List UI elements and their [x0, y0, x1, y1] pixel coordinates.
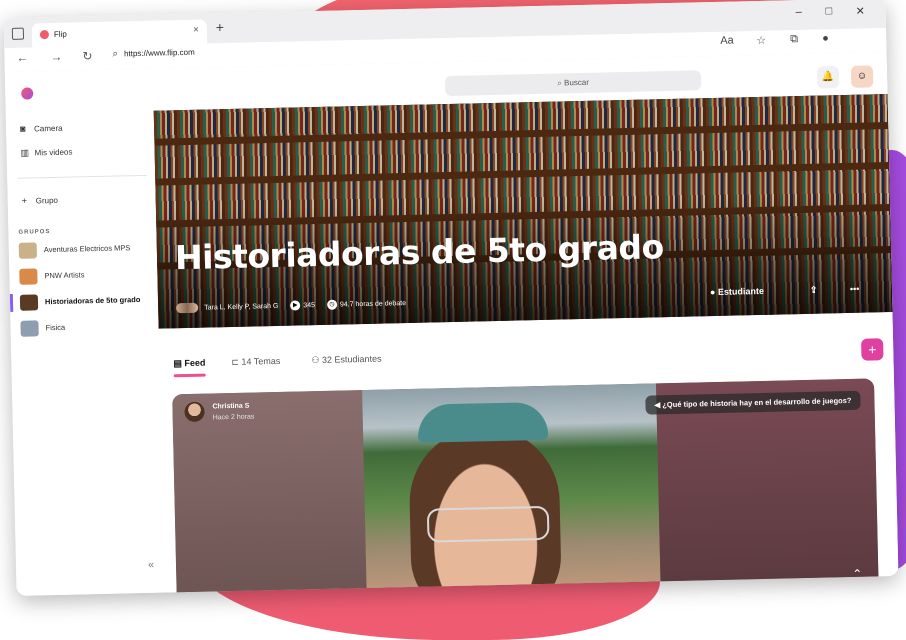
sidebar-group-item[interactable]: Fisica: [20, 319, 65, 338]
reload-icon[interactable]: ↻: [82, 49, 92, 63]
megaphone-icon: ◀: [654, 400, 663, 410]
flip-favicon-icon: [39, 30, 50, 40]
search-placeholder: Buscar: [563, 77, 590, 88]
group-thumbnail: [19, 294, 39, 311]
group-label: Historiadoras de 5to grado: [44, 295, 141, 307]
profile-icon[interactable]: ●: [822, 32, 829, 44]
sidebar-item-label: Camera: [33, 123, 63, 134]
role-button[interactable]: ● Estudiante: [710, 286, 764, 297]
post-author[interactable]: Christina S Hace 2 horas: [184, 401, 254, 423]
camera-icon: ◙: [19, 123, 26, 134]
minimize-button[interactable]: –: [795, 6, 801, 18]
back-icon[interactable]: ←: [16, 51, 28, 65]
group-thumbnail: [20, 320, 39, 337]
flip-logo-icon[interactable]: [21, 87, 34, 100]
forward-icon[interactable]: →: [50, 50, 62, 64]
tab-topics[interactable]: ⊏ 14 Temas: [231, 356, 280, 368]
chevron-up-icon[interactable]: ⌃: [852, 567, 862, 581]
videos-icon: ▥: [20, 147, 30, 158]
address-field[interactable]: ⌕ https://www.flip.com: [112, 47, 195, 60]
play-icon: ▶: [290, 300, 301, 311]
flip-app: ◙ Camera ▥ Mis videos + Grupo GRUPOS Aventu…: [4, 52, 899, 596]
group-banner: Historiadoras de 5to grado Tara L, Kelly…: [153, 94, 893, 329]
headband-shape: [417, 401, 549, 443]
more-options-icon[interactable]: •••: [850, 284, 860, 294]
group-label: Aventuras Electricos MPS: [43, 243, 131, 255]
group-thumbnail: [18, 242, 38, 259]
author-avatar: [184, 401, 205, 423]
clock-icon: ◷: [326, 299, 338, 310]
share-icon[interactable]: ⇪: [810, 285, 818, 296]
hours-text: 94.7 horas de debate: [339, 299, 407, 309]
browser-window: Flip × + – □ ✕ ← → ↻ ⌕ https://www.flip.c…: [3, 0, 899, 596]
tab-title: Flip: [53, 29, 67, 39]
maximize-button[interactable]: □: [825, 5, 832, 17]
read-aloud-icon[interactable]: Aa: [720, 35, 734, 47]
plus-icon: +: [21, 195, 28, 206]
members-text: Tara L, Kelly P, Sarah G: [204, 302, 279, 312]
sidebar-item-videos[interactable]: ▥ Mis videos: [21, 147, 73, 159]
tab-students[interactable]: ⚇ 32 Estudiantes: [311, 354, 381, 367]
add-group-label: Grupo: [35, 195, 59, 206]
add-group-button[interactable]: + Grupo: [22, 195, 58, 206]
banner-overlay: [153, 94, 893, 329]
member-avatars: [176, 302, 199, 314]
groups-heading: GRUPOS: [18, 229, 51, 236]
collections-icon[interactable]: ⧉: [790, 33, 798, 46]
close-window-button[interactable]: ✕: [855, 5, 864, 18]
video-post-card[interactable]: Christina S Hace 2 horas ◀ ¿Qué tipo de …: [172, 378, 879, 596]
role-label: Estudiante: [717, 285, 765, 297]
add-button[interactable]: +: [861, 338, 884, 361]
sidebar-item-label: Mis videos: [34, 147, 73, 158]
search-icon: ⌕: [112, 48, 119, 60]
author-name: Christina S: [212, 402, 250, 411]
notifications-icon[interactable]: 🔔: [816, 66, 840, 89]
videos-count: 345: [303, 301, 316, 310]
tab-label: 14 Temas: [241, 355, 281, 367]
new-tab-button[interactable]: +: [216, 19, 225, 35]
main-content: ⌕ Buscar 🔔 ☺ Historiadoras de 5to grado …: [153, 52, 899, 596]
tab-label: 32 Estudiantes: [321, 353, 382, 365]
url-text: https://www.flip.com: [123, 47, 195, 59]
group-label: Fisica: [45, 322, 66, 333]
post-time: Hace 2 horas: [212, 413, 255, 422]
user-avatar[interactable]: ☺: [850, 65, 874, 88]
tab-close-icon[interactable]: ×: [193, 25, 199, 36]
divider: [17, 174, 148, 179]
group-tabs: ▤ Feed ⊏ 14 Temas ⚇ 32 Estudiantes: [159, 338, 893, 377]
tab-actions-icon[interactable]: [11, 27, 25, 40]
favorites-icon[interactable]: ☆: [756, 34, 766, 47]
sidebar-item-camera[interactable]: ◙ Camera: [20, 123, 63, 134]
sidebar-group-item-active[interactable]: Historiadoras de 5to grado: [19, 291, 141, 312]
glasses-shape: [426, 505, 550, 543]
search-input[interactable]: ⌕ Buscar: [444, 70, 702, 97]
group-thumbnail: [19, 268, 38, 285]
collapse-sidebar-icon[interactable]: «: [148, 559, 154, 571]
group-label: PNW Artists: [44, 270, 85, 281]
tab-label: Feed: [184, 357, 206, 369]
topic-text: ¿Qué tipo de historia hay en el desarrol…: [662, 395, 852, 410]
sidebar: ◙ Camera ▥ Mis videos + Grupo GRUPOS Aventu…: [5, 69, 165, 596]
sidebar-group-item[interactable]: Aventuras Electricos MPS: [18, 239, 131, 260]
sidebar-group-item[interactable]: PNW Artists: [19, 266, 85, 285]
tab-feed[interactable]: ▤ Feed: [173, 358, 205, 370]
